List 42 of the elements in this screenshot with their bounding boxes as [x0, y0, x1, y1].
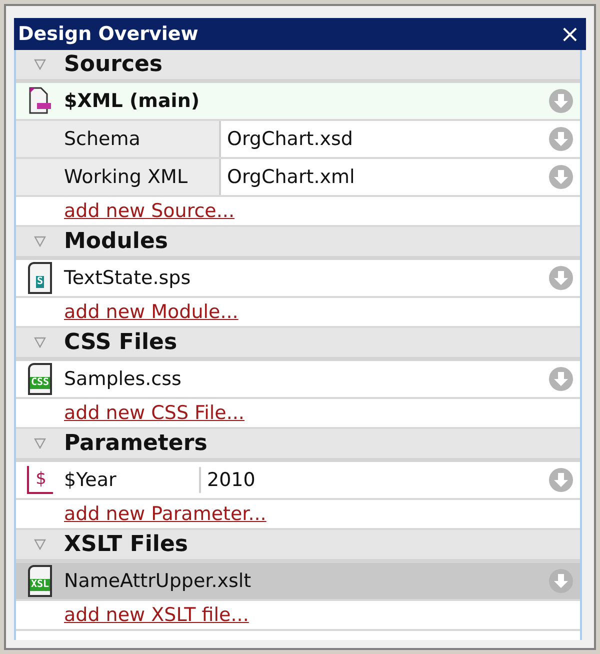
section-header[interactable]: XSLT Files — [16, 530, 580, 563]
file-name: TextState.sps — [64, 266, 192, 291]
property-label: Schema — [16, 121, 221, 157]
add-link[interactable]: add new Module... — [64, 298, 238, 326]
property-label: Working XML — [16, 159, 221, 195]
file-icon: CSS — [25, 363, 55, 395]
list-row[interactable]: XSL NameAttrUpper.xslt — [16, 563, 580, 601]
add-link[interactable]: add new CSS File... — [64, 398, 244, 428]
add-link[interactable]: add new Source... — [64, 196, 234, 226]
file-name: NameAttrUpper.xslt — [64, 568, 252, 594]
section-header[interactable]: Parameters — [16, 429, 580, 462]
file-name: Samples.css — [64, 366, 182, 392]
list-row[interactable]: Working XML OrgChart.xml — [16, 159, 580, 197]
section-header[interactable]: Sources — [16, 50, 580, 83]
property-value: OrgChart.xml — [226, 164, 356, 190]
section-title: Parameters — [64, 430, 208, 458]
section-title: CSS Files — [64, 329, 178, 357]
list-row[interactable]: CSS Samples.css — [16, 361, 580, 399]
expand-toggle-icon[interactable] — [34, 438, 46, 449]
expand-toggle-icon[interactable] — [34, 337, 46, 348]
expand-toggle-icon[interactable] — [34, 59, 46, 70]
list-row[interactable]: S TextState.sps — [16, 260, 580, 298]
add-link[interactable]: add new XSLT file... — [64, 600, 249, 630]
close-button[interactable]: × — [558, 22, 582, 46]
add-link[interactable]: add new Parameter... — [64, 500, 266, 528]
section-header[interactable]: Modules — [16, 227, 580, 260]
section-title: XSLT Files — [64, 531, 188, 559]
file-icon: S — [25, 262, 55, 294]
window-title: Design Overview — [18, 22, 198, 47]
list-row[interactable]: $XML (main) — [16, 83, 580, 121]
section-title: Modules — [64, 228, 168, 256]
document-icon — [27, 86, 53, 116]
section-header[interactable]: CSS Files — [16, 328, 580, 361]
expand-toggle-icon[interactable] — [34, 539, 46, 550]
file-name: $XML (main) — [64, 88, 201, 114]
expand-toggle-icon[interactable] — [34, 236, 46, 247]
section-title: Sources — [64, 51, 163, 79]
parameter-name: $Year — [64, 467, 201, 493]
property-value: OrgChart.xsd — [226, 126, 354, 152]
parameter-value: 2010 — [206, 468, 256, 493]
list-row[interactable]: Schema OrgChart.xsd — [16, 121, 580, 159]
file-icon: XSL — [25, 565, 55, 597]
